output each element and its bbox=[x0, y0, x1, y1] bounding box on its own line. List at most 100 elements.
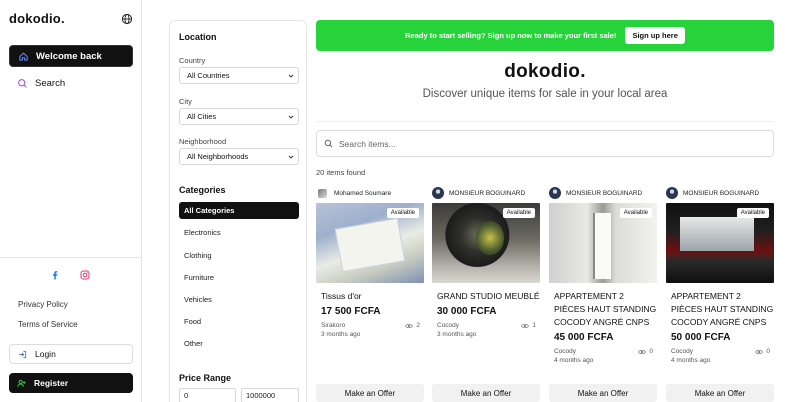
globe-icon[interactable] bbox=[121, 12, 133, 25]
item-title[interactable]: APPARTEMENT 2 PIÈCES HAUT STANDING COCOD… bbox=[666, 290, 774, 329]
item-image[interactable]: Available bbox=[316, 203, 424, 283]
make-offer-button[interactable]: Make an Offer bbox=[432, 384, 540, 402]
city-select[interactable]: All Cities bbox=[179, 108, 299, 125]
item-meta: Cocody 3 months ago 1 bbox=[432, 321, 540, 339]
add-user-icon bbox=[17, 379, 26, 387]
item-title[interactable]: GRAND STUDIO MEUBLÉ bbox=[432, 290, 540, 303]
item-card[interactable]: MONSIEUR BOGUINARD Available APPARTEMENT… bbox=[666, 186, 774, 402]
item-card[interactable]: Mohamed Soumare Available Tissus d'or 17… bbox=[316, 186, 424, 402]
login-button[interactable]: Login bbox=[9, 344, 133, 364]
chevron-down-icon bbox=[288, 115, 294, 119]
country-label: Country bbox=[179, 56, 206, 65]
item-time: 3 months ago bbox=[321, 331, 361, 338]
terms-of-service-link[interactable]: Terms of Service bbox=[18, 320, 78, 329]
results-count: 20 items found bbox=[316, 168, 366, 177]
logo[interactable]: dokodio. bbox=[9, 11, 65, 26]
item-image[interactable]: Available bbox=[432, 203, 540, 283]
seller-row: MONSIEUR BOGUINARD bbox=[432, 186, 540, 200]
price-min-input[interactable]: 0 bbox=[179, 388, 236, 402]
category-furniture[interactable]: Furniture bbox=[179, 269, 299, 286]
item-image-detail bbox=[680, 217, 754, 251]
nav-item-label: Welcome back bbox=[36, 50, 102, 62]
item-time: 4 months ago bbox=[554, 357, 594, 364]
item-card[interactable]: MONSIEUR BOGUINARD Available GRAND STUDI… bbox=[432, 186, 540, 402]
instagram-icon[interactable] bbox=[80, 270, 90, 280]
search-icon bbox=[18, 78, 27, 88]
item-card[interactable]: MONSIEUR BOGUINARD Available APPARTEMENT… bbox=[549, 186, 657, 402]
social-links bbox=[50, 270, 90, 280]
neighborhood-label: Neighborhood bbox=[179, 137, 227, 146]
category-clothing[interactable]: Clothing bbox=[179, 247, 299, 264]
views-value: 0 bbox=[766, 348, 770, 355]
item-meta: Cocody 4 months ago 0 bbox=[666, 347, 774, 365]
item-title[interactable]: Tissus d'or bbox=[316, 290, 424, 303]
neighborhood-select[interactable]: All Neighborhoods bbox=[179, 148, 299, 165]
item-price: 17 500 FCFA bbox=[321, 306, 381, 317]
sidebar: dokodio. Welcome back Search Privacy Pol… bbox=[0, 0, 142, 402]
eye-icon bbox=[405, 323, 414, 328]
views-count: 1 bbox=[521, 321, 536, 330]
item-time: 3 months ago bbox=[437, 331, 477, 338]
item-image[interactable]: Available bbox=[666, 203, 774, 283]
category-food[interactable]: Food bbox=[179, 313, 299, 330]
home-icon bbox=[19, 52, 28, 61]
make-offer-button[interactable]: Make an Offer bbox=[666, 384, 774, 402]
views-count: 2 bbox=[405, 321, 420, 330]
eye-icon bbox=[755, 349, 764, 354]
item-title[interactable]: APPARTEMENT 2 PIÈCES HAUT STANDING COCOD… bbox=[549, 290, 657, 329]
app-root: dokodio. Welcome back Search Privacy Pol… bbox=[0, 0, 800, 402]
sidebar-header: dokodio. bbox=[9, 10, 133, 26]
country-select[interactable]: All Countries bbox=[179, 67, 299, 84]
banner-text: Ready to start selling? Sign up now to m… bbox=[405, 31, 617, 40]
seller-name[interactable]: MONSIEUR BOGUINARD bbox=[449, 190, 525, 197]
seller-name[interactable]: MONSIEUR BOGUINARD bbox=[683, 190, 759, 197]
category-vehicles[interactable]: Vehicles bbox=[179, 291, 299, 308]
privacy-policy-link[interactable]: Privacy Policy bbox=[18, 300, 68, 309]
views-value: 1 bbox=[532, 322, 536, 329]
seller-row: MONSIEUR BOGUINARD bbox=[549, 186, 657, 200]
hero-title: dokodio. bbox=[504, 61, 586, 82]
item-meta: Cocody 4 months ago 0 bbox=[549, 347, 657, 365]
price-max-input[interactable]: 1000000 bbox=[241, 388, 299, 402]
nav-item-search[interactable]: Search bbox=[9, 72, 133, 94]
hero-divider bbox=[316, 121, 774, 122]
facebook-icon[interactable] bbox=[50, 270, 60, 280]
item-image-detail bbox=[476, 221, 504, 255]
register-button[interactable]: Register bbox=[9, 373, 133, 393]
nav-item-welcome[interactable]: Welcome back bbox=[9, 45, 133, 67]
search-input[interactable]: Search items... bbox=[316, 130, 774, 157]
seller-row: Mohamed Soumare bbox=[316, 186, 424, 200]
item-price: 50 000 FCFA bbox=[671, 332, 731, 343]
status-badge: Available bbox=[386, 208, 419, 218]
item-meta: Sirakoro 3 months ago 2 bbox=[316, 321, 424, 339]
city-label: City bbox=[179, 97, 192, 106]
seller-name[interactable]: MONSIEUR BOGUINARD bbox=[566, 190, 642, 197]
signup-button[interactable]: Sign up here bbox=[625, 27, 685, 44]
search-icon bbox=[324, 139, 333, 148]
login-icon bbox=[19, 350, 27, 358]
eye-icon bbox=[521, 323, 530, 328]
seller-name[interactable]: Mohamed Soumare bbox=[334, 190, 391, 197]
chevron-down-icon bbox=[288, 155, 294, 159]
login-label: Login bbox=[35, 349, 56, 359]
category-electronics[interactable]: Electronics bbox=[179, 224, 299, 241]
category-all[interactable]: All Categories bbox=[179, 202, 299, 219]
avatar bbox=[549, 187, 561, 199]
make-offer-button[interactable]: Make an Offer bbox=[316, 384, 424, 402]
status-badge: Available bbox=[736, 208, 769, 218]
eye-icon bbox=[638, 349, 647, 354]
hero-subtitle: Discover unique items for sale in your l… bbox=[422, 88, 668, 100]
status-badge: Available bbox=[502, 208, 535, 218]
price-range-heading: Price Range bbox=[179, 373, 232, 383]
views-value: 2 bbox=[416, 322, 420, 329]
views-count: 0 bbox=[755, 347, 770, 356]
category-other[interactable]: Other bbox=[179, 335, 299, 352]
item-image[interactable]: Available bbox=[549, 203, 657, 283]
filter-panel: Location Country All Countries City All … bbox=[169, 20, 307, 402]
avatar bbox=[432, 187, 444, 199]
categories-heading: Categories bbox=[179, 185, 226, 195]
signup-banner: Ready to start selling? Sign up now to m… bbox=[316, 20, 774, 51]
make-offer-button[interactable]: Make an Offer bbox=[549, 384, 657, 402]
city-select-value: All Cities bbox=[187, 112, 217, 121]
country-select-value: All Countries bbox=[187, 71, 230, 80]
